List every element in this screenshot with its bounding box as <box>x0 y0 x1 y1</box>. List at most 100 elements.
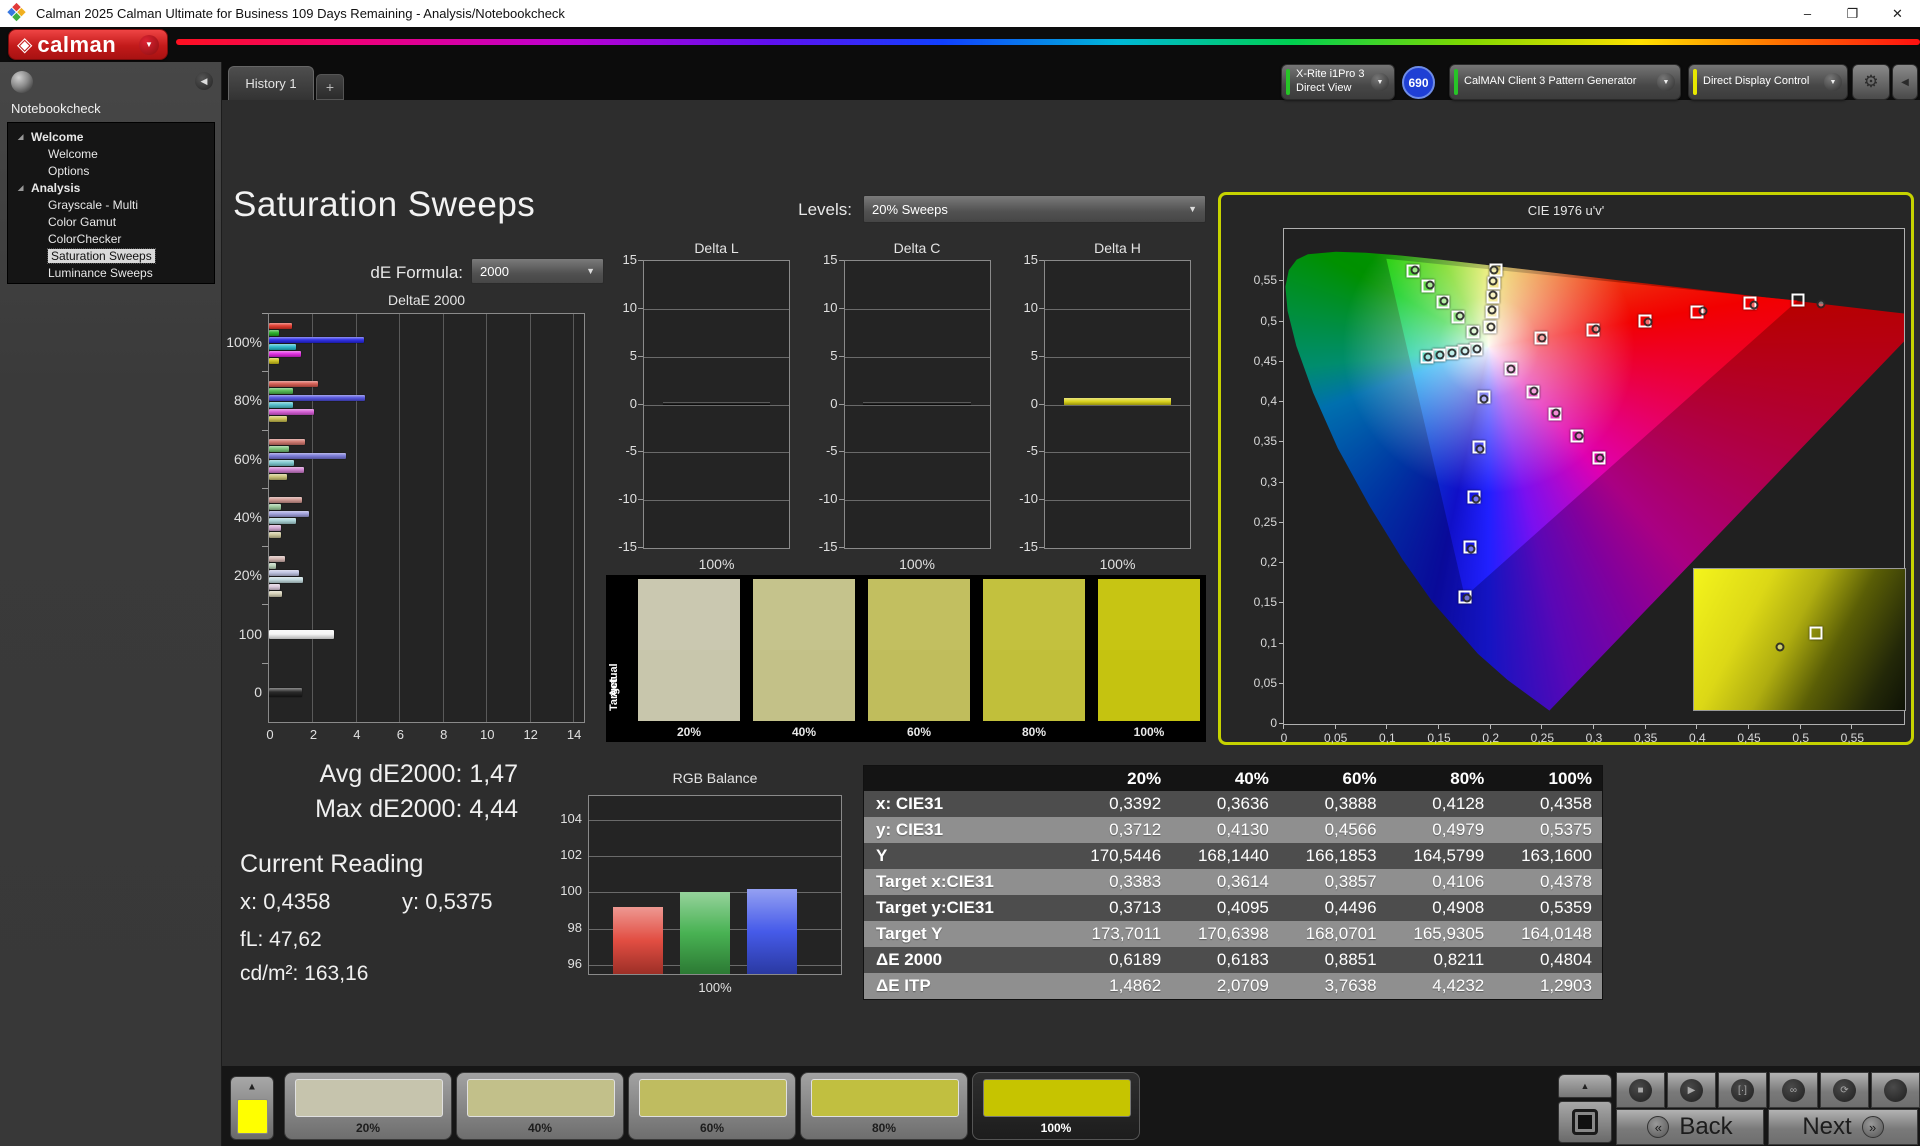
expander-icon[interactable]: ◢ <box>18 133 28 141</box>
rainbow-strip <box>176 39 1920 45</box>
axis-tick <box>638 308 643 309</box>
de-bar <box>269 518 296 524</box>
table-cell: 170,5446 <box>1063 846 1171 866</box>
minimize-button[interactable]: – <box>1785 0 1830 27</box>
source-dropdown[interactable]: CalMAN Client 3 Pattern Generator ▼ <box>1449 64 1681 100</box>
meter-dropdown[interactable]: X-Rite i1Pro 3Direct View ▼ <box>1281 64 1395 100</box>
settings-button[interactable]: ⚙ <box>1852 64 1890 100</box>
sidebar-item-label: Welcome <box>31 130 83 144</box>
display-dropdown[interactable]: Direct Display Control ▼ <box>1688 64 1848 100</box>
axis-tick <box>262 430 268 431</box>
measurement-thumbnail-100pct[interactable]: 100% <box>972 1072 1140 1140</box>
sidebar-item-luminance-sweeps[interactable]: Luminance Sweeps <box>8 264 214 281</box>
source-label: CalMAN Client 3 Pattern Generator <box>1464 75 1636 89</box>
actual-swatch <box>638 579 740 650</box>
expander-icon[interactable]: ◢ <box>18 184 28 192</box>
table-row: Target Y173,7011170,6398168,0701165,9305… <box>864 921 1602 947</box>
measurement-marker <box>1440 296 1449 305</box>
chevron-down-icon[interactable]: ▼ <box>139 35 159 55</box>
tab-history-1[interactable]: History 1 <box>228 66 314 100</box>
measure-color-button[interactable]: ▲ <box>230 1076 274 1140</box>
chevron-down-icon[interactable]: ▼ <box>1824 73 1842 91</box>
cie-y-tick-label: 0 <box>1243 716 1277 730</box>
row-label: Target x:CIE31 <box>864 872 1063 892</box>
back-button[interactable]: « Back <box>1616 1109 1764 1145</box>
table-row: Target x:CIE310,33830,36140,38570,41060,… <box>864 869 1602 895</box>
y-tick-label: 5 <box>1006 348 1038 363</box>
chevron-down-icon[interactable]: ▼ <box>1371 73 1389 91</box>
column-header: 20% <box>1063 769 1171 789</box>
sidebar-item-label: Grayscale - Multi <box>48 198 138 212</box>
axis-tick <box>262 546 268 547</box>
panel-collapse-button[interactable]: ◀ <box>1892 64 1918 100</box>
bar-group-100pct <box>269 314 584 372</box>
transport-button-play[interactable]: ▶ <box>1667 1072 1716 1108</box>
blank-icon <box>1884 1079 1907 1102</box>
de-bar <box>269 439 305 445</box>
sidebar-item-saturation-sweeps[interactable]: Saturation Sweeps <box>8 247 214 264</box>
measurement-thumbnail-40pct[interactable]: 40% <box>456 1072 624 1140</box>
cie-y-tick-label: 0,15 <box>1243 595 1277 609</box>
de-bar <box>269 351 301 357</box>
transport-button-single-read[interactable]: [·] <box>1718 1072 1767 1108</box>
axis-tick <box>262 604 268 605</box>
sidebar-item-welcome[interactable]: ◢Welcome <box>8 128 214 145</box>
y-tick-label: -15 <box>1006 539 1038 554</box>
table-cell: 0,4566 <box>1279 820 1387 840</box>
target-row-label: Target <box>608 655 628 735</box>
calman-menu-button[interactable]: ◈ calman ▼ <box>8 29 168 60</box>
chevron-double-right-icon: » <box>1862 1116 1884 1138</box>
transport-button-continuous[interactable]: ∞ <box>1769 1072 1818 1108</box>
measurement-marker <box>1596 453 1605 462</box>
table-cell: 0,4106 <box>1387 872 1495 892</box>
transport-button-refresh[interactable]: ⟳ <box>1820 1072 1869 1108</box>
close-button[interactable]: ✕ <box>1875 0 1920 27</box>
measurement-marker <box>1551 409 1560 418</box>
measurement-marker <box>1507 365 1516 374</box>
sidebar-item-color-gamut[interactable]: Color Gamut <box>8 213 214 230</box>
cie-y-tick-label: 0,5 <box>1243 314 1277 328</box>
sidebar-item-colorchecker[interactable]: ColorChecker <box>8 230 214 247</box>
target-swatch <box>983 650 1085 721</box>
measurement-marker <box>1530 386 1539 395</box>
maximize-button[interactable]: ❐ <box>1830 0 1875 27</box>
expand-controls-button[interactable]: ▲ <box>1558 1074 1612 1098</box>
measurement-thumbnail-20pct[interactable]: 20% <box>284 1072 452 1140</box>
de-bar <box>269 570 299 576</box>
y-tick-label: 15 <box>1006 252 1038 267</box>
x-tick-label: 0 <box>260 727 280 742</box>
measurement-thumbnail-80pct[interactable]: 80% <box>800 1072 968 1140</box>
de-bar <box>269 563 276 569</box>
sidebar-item-options[interactable]: Options <box>8 162 214 179</box>
y-tick-label: 102 <box>552 847 582 862</box>
axis-tick <box>262 371 268 372</box>
transport-button-stop[interactable]: ■ <box>1616 1072 1665 1108</box>
cie-title: CIE 1976 u'v' <box>1221 203 1911 218</box>
y-tick-label: 0 <box>1006 396 1038 411</box>
next-button[interactable]: Next » <box>1768 1109 1918 1145</box>
levels-value: 20% Sweeps <box>872 202 948 217</box>
transport-button-blank[interactable] <box>1871 1072 1920 1108</box>
add-tab-button[interactable]: + <box>316 74 344 100</box>
de-formula-select[interactable]: 2000▼ <box>471 258 604 284</box>
rgb-bar-blue <box>747 889 797 974</box>
levels-select[interactable]: 20% Sweeps▼ <box>863 195 1206 223</box>
delta_h-title: Delta H <box>1044 240 1191 256</box>
sidebar-collapse-button[interactable]: ◀ <box>195 72 213 90</box>
chevron-down-icon[interactable]: ▼ <box>1657 73 1675 91</box>
calman-logo-text: calman <box>37 32 116 58</box>
table-row: Y170,5446168,1440166,1853164,5799163,160… <box>864 843 1602 869</box>
sidebar-item-welcome[interactable]: Welcome <box>8 145 214 162</box>
de-bar <box>269 504 281 510</box>
cie-y-tick-label: 0,45 <box>1243 354 1277 368</box>
measurement-thumbnail-60pct[interactable]: 60% <box>628 1072 796 1140</box>
axis-tick <box>1279 522 1283 523</box>
table-cell: 1,2903 <box>1494 976 1602 996</box>
sidebar-item-grayscale-multi[interactable]: Grayscale - Multi <box>8 196 214 213</box>
stop-measure-button[interactable] <box>1558 1101 1612 1143</box>
gridline <box>1045 500 1190 501</box>
de-bar <box>269 630 334 639</box>
axis-tick <box>638 451 643 452</box>
sidebar-item-analysis[interactable]: ◢Analysis <box>8 179 214 196</box>
actual-swatch <box>868 579 970 650</box>
